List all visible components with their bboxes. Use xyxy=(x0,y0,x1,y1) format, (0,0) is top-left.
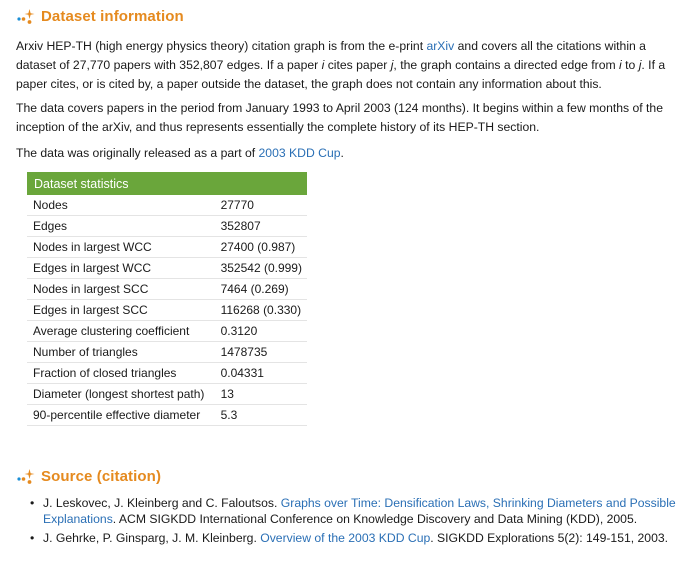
stat-label: 90-percentile effective diameter xyxy=(27,404,215,426)
stat-value: 1478735 xyxy=(214,341,307,363)
text-segment: The data was originally released as a pa… xyxy=(16,146,259,160)
kdd-cup-link[interactable]: 2003 KDD Cup xyxy=(259,146,341,160)
reference-venue: . SIGKDD Explorations 5(2): 149-151, 200… xyxy=(430,531,669,545)
arxiv-link[interactable]: arXiv xyxy=(426,39,454,53)
stat-label: Fraction of closed triangles xyxy=(27,362,215,384)
stat-label: Average clustering coefficient xyxy=(27,320,215,342)
reference-item: • J. Leskovec, J. Kleinberg and C. Falou… xyxy=(28,495,678,527)
reference-authors: J. Leskovec, J. Kleinberg and C. Falouts… xyxy=(43,496,281,510)
stat-value: 5.3 xyxy=(214,404,307,426)
text-segment: . xyxy=(340,146,344,160)
heading-sparkle-icon xyxy=(17,469,35,484)
stat-value: 27770 xyxy=(214,195,307,216)
heading-sparkle-icon xyxy=(17,9,35,24)
text-segment: , the graph contains a directed edge fro… xyxy=(393,58,620,72)
dataset-description-paragraph: Arxiv HEP-TH (high energy physics theory… xyxy=(16,37,680,94)
reference-authors: J. Gehrke, P. Ginsparg, J. M. Kleinberg. xyxy=(43,531,261,545)
stat-label: Nodes xyxy=(27,195,215,216)
stat-label: Edges in largest WCC xyxy=(27,257,215,279)
section-title: Source (citation) xyxy=(41,467,162,485)
section-title: Dataset information xyxy=(41,7,184,25)
table-row: Edges 352807 xyxy=(27,215,307,237)
stat-value: 116268 (0.330) xyxy=(214,299,307,321)
table-row: Fraction of closed triangles 0.04331 xyxy=(27,362,307,384)
table-row: Nodes in largest SCC 7464 (0.269) xyxy=(27,278,307,300)
dataset-statistics-table: Dataset statistics Nodes 27770 Edges 352807… xyxy=(27,172,307,426)
stat-value: 27400 (0.987) xyxy=(214,236,307,258)
kdd-cup-overview-link[interactable]: Overview of the 2003 KDD Cup xyxy=(260,531,430,545)
stat-label: Edges xyxy=(27,215,215,237)
dataset-information-heading: Dataset information xyxy=(16,6,184,26)
reference-item: • J. Gehrke, P. Ginsparg, J. M. Kleinber… xyxy=(28,530,678,546)
table-row: Diameter (longest shortest path) 13 xyxy=(27,383,307,405)
stat-value: 352542 (0.999) xyxy=(214,257,307,279)
stat-label: Edges in largest SCC xyxy=(27,299,215,321)
stat-value: 352807 xyxy=(214,215,307,237)
stat-value: 13 xyxy=(214,383,307,405)
reference-venue: . ACM SIGKDD International Conference on… xyxy=(112,512,638,526)
table-row: Nodes 27770 xyxy=(27,195,307,216)
table-row: Number of triangles 1478735 xyxy=(27,341,307,363)
stat-value: 7464 (0.269) xyxy=(214,278,307,300)
table-header: Dataset statistics xyxy=(27,172,307,195)
bullet: • xyxy=(30,496,35,510)
dataset-release-paragraph: The data was originally released as a pa… xyxy=(16,144,680,163)
stat-label: Number of triangles xyxy=(27,341,215,363)
table-row: Edges in largest SCC 116268 (0.330) xyxy=(27,299,307,321)
table-row: 90-percentile effective diameter 5.3 xyxy=(27,404,307,426)
stat-label: Nodes in largest SCC xyxy=(27,278,215,300)
stat-label: Nodes in largest WCC xyxy=(27,236,215,258)
text-segment: Arxiv HEP-TH (high energy physics theory… xyxy=(16,39,427,53)
table-row: Edges in largest WCC 352542 (0.999) xyxy=(27,257,307,279)
stat-value: 0.04331 xyxy=(214,362,307,384)
stat-label: Diameter (longest shortest path) xyxy=(27,383,215,405)
text-segment: cites paper xyxy=(324,58,391,72)
table-body: Nodes 27770 Edges 352807 Nodes in largest WC… xyxy=(27,195,307,426)
dataset-period-paragraph: The data covers papers in the period fro… xyxy=(16,101,663,134)
source-citation-heading: Source (citation) xyxy=(16,466,161,486)
bullet: • xyxy=(30,531,35,545)
table-row: Average clustering coefficient 0.3120 xyxy=(27,320,307,342)
table-row: Nodes in largest WCC 27400 (0.987) xyxy=(27,236,307,258)
reference-list: • J. Leskovec, J. Kleinberg and C. Falou… xyxy=(28,495,678,549)
stat-value: 0.3120 xyxy=(214,320,307,342)
text-segment: to xyxy=(621,58,639,72)
